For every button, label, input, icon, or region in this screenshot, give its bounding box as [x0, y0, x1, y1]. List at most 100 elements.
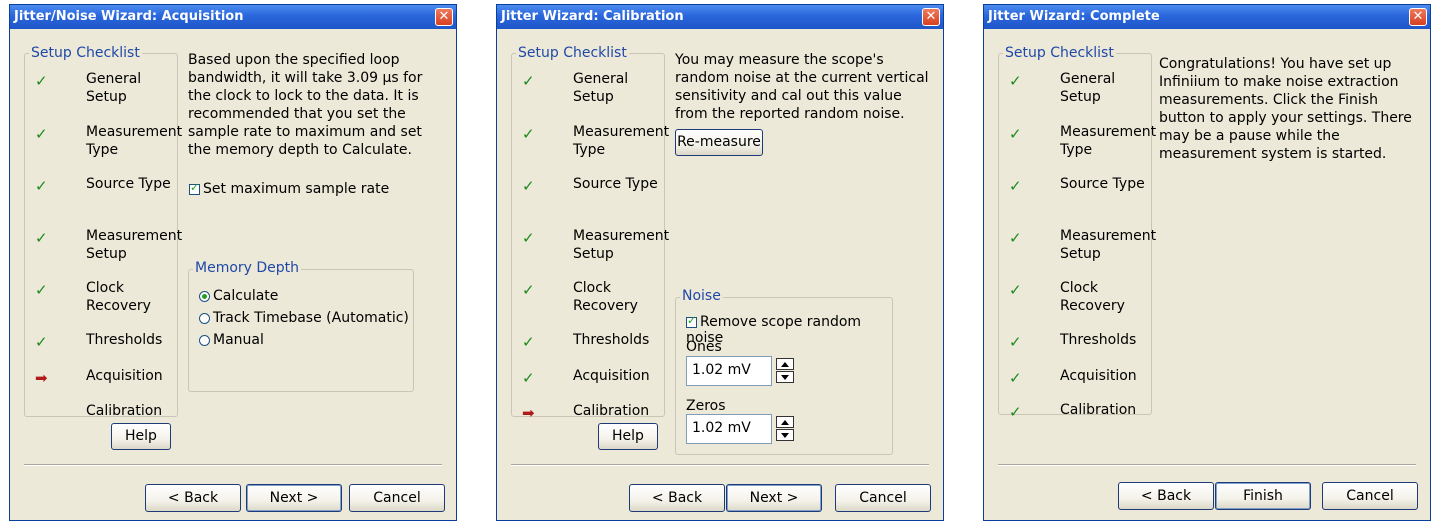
- setup-checklist: Setup Checklist ✓ General Setup ✓ Measurem…: [511, 45, 670, 422]
- checklist-item-label: Measurement Type: [86, 124, 183, 158]
- check-icon: ✓: [35, 333, 48, 351]
- dialog-complete: Jitter Wizard: Complete ✕ Setup Checklis…: [983, 4, 1431, 521]
- checklist-item: ✓ General Setup: [25, 68, 179, 108]
- checklist-item-label: Calibration: [86, 403, 163, 419]
- checklist-item: ✓ Thresholds: [999, 329, 1153, 369]
- radio-label: Manual: [213, 332, 264, 348]
- checklist-title: Setup Checklist: [1003, 45, 1116, 61]
- ones-stepper[interactable]: [776, 358, 794, 384]
- check-icon: ✓: [35, 72, 48, 90]
- checklist-item-label: Thresholds: [573, 332, 650, 348]
- checklist-item-label: Source Type: [1060, 176, 1145, 192]
- radio-calculate[interactable]: Calculate: [199, 288, 278, 304]
- cancel-button[interactable]: Cancel: [1322, 482, 1418, 510]
- checklist-item-label: Thresholds: [86, 332, 163, 348]
- spin-down-icon[interactable]: [776, 429, 794, 441]
- zeros-label: Zeros: [686, 398, 726, 414]
- check-icon: ✓: [522, 72, 535, 90]
- checkbox-checked-icon[interactable]: [686, 314, 697, 328]
- check-icon: ✓: [1009, 369, 1022, 387]
- checklist-item-label: General Setup: [1060, 71, 1116, 105]
- checklist-title: Setup Checklist: [29, 45, 142, 61]
- divider: [24, 464, 442, 466]
- check-icon: ✓: [1009, 229, 1022, 247]
- next-button[interactable]: Next >: [246, 484, 342, 512]
- description-text: Congratulations! You have set up Infinii…: [1159, 56, 1412, 162]
- check-icon: ✓: [1009, 281, 1022, 299]
- check-icon: ✓: [1009, 403, 1022, 421]
- check-icon: ✓: [1009, 177, 1022, 195]
- check-icon: ✓: [522, 229, 535, 247]
- radio-icon[interactable]: [199, 334, 210, 346]
- spin-up-icon[interactable]: [776, 358, 794, 370]
- radio-manual[interactable]: Manual: [199, 332, 264, 348]
- radio-label: Track Timebase (Automatic): [213, 310, 409, 326]
- checklist-item-label: Measurement Setup: [1060, 228, 1157, 262]
- max-sample-rate-checkbox[interactable]: Set maximum sample rate: [189, 181, 389, 197]
- checklist-item: ✓ Measurement Type: [512, 121, 669, 161]
- checklist-item: ✓ Measurement Setup: [999, 225, 1157, 265]
- close-icon[interactable]: ✕: [435, 8, 453, 26]
- checklist-item: ✓ Measurement Type: [999, 121, 1156, 161]
- checklist-item-label: General Setup: [573, 71, 629, 105]
- checklist-item-label: Acquisition: [573, 368, 650, 384]
- zeros-input[interactable]: 1.02 mV: [686, 414, 772, 444]
- cancel-button[interactable]: Cancel: [835, 484, 931, 512]
- zeros-stepper[interactable]: [776, 416, 794, 442]
- checkbox-checked-icon[interactable]: [189, 181, 200, 195]
- checklist-title: Setup Checklist: [516, 45, 629, 61]
- help-button[interactable]: Help: [111, 423, 171, 450]
- back-button[interactable]: < Back: [1118, 482, 1214, 510]
- close-icon[interactable]: ✕: [922, 8, 940, 26]
- arrow-right-icon: ➡: [522, 404, 535, 422]
- finish-button[interactable]: Finish: [1215, 482, 1311, 510]
- checklist-item: ✓ Measurement Type: [25, 121, 183, 161]
- dialog-acquisition: Jitter/Noise Wizard: Acquisition ✕ Setup…: [9, 4, 457, 521]
- radio-label: Calculate: [213, 288, 279, 304]
- radio-icon[interactable]: [199, 312, 210, 324]
- back-button[interactable]: < Back: [145, 484, 241, 512]
- checklist-item-label: Clock Recovery: [1060, 280, 1125, 314]
- re-measure-button[interactable]: Re-measure: [675, 129, 763, 156]
- checklist-item: ✓ Source Type: [25, 173, 179, 213]
- checklist-item: ✓ General Setup: [999, 68, 1153, 108]
- title-bar[interactable]: Jitter Wizard: Complete: [984, 5, 1430, 29]
- checklist-item: ✓ Acquisition: [512, 365, 666, 405]
- ones-label: Ones: [686, 339, 722, 355]
- checklist-item-label: Calibration: [1060, 402, 1137, 418]
- checklist-item-label: Source Type: [573, 176, 658, 192]
- next-button[interactable]: Next >: [726, 484, 822, 512]
- cancel-button[interactable]: Cancel: [349, 484, 445, 512]
- check-icon: ✓: [1009, 72, 1022, 90]
- title-bar[interactable]: Jitter Wizard: Calibration: [497, 5, 943, 29]
- title-bar[interactable]: Jitter/Noise Wizard: Acquisition: [10, 5, 456, 29]
- checklist-item-label: Thresholds: [1060, 332, 1137, 348]
- divider: [998, 464, 1416, 466]
- checkbox-label: Set maximum sample rate: [203, 181, 390, 197]
- checklist-item-label: Acquisition: [1060, 368, 1137, 384]
- checklist-item: ✓ Clock Recovery: [512, 277, 666, 317]
- checklist-item: ✓ Clock Recovery: [25, 277, 179, 317]
- checklist-item-label: Acquisition: [86, 368, 163, 384]
- divider: [511, 464, 929, 466]
- close-icon[interactable]: ✕: [1409, 8, 1427, 26]
- memory-depth-group: Memory Depth Calculate Track Timebase (A…: [188, 260, 414, 392]
- check-icon: ✓: [1009, 333, 1022, 351]
- spin-up-icon[interactable]: [776, 416, 794, 428]
- checklist-item-label: Measurement Setup: [573, 228, 670, 262]
- radio-track-timebase[interactable]: Track Timebase (Automatic): [199, 310, 409, 326]
- setup-checklist: Setup Checklist ✓ General Setup ✓ Measurem…: [998, 45, 1157, 421]
- checklist-item: ✓ Calibration: [999, 399, 1153, 439]
- noise-group: Noise Remove scope random noise Ones 1.0…: [675, 288, 893, 455]
- help-button[interactable]: Help: [598, 423, 658, 450]
- ones-input[interactable]: 1.02 mV: [686, 356, 772, 386]
- back-button[interactable]: < Back: [629, 484, 725, 512]
- spin-down-icon[interactable]: [776, 371, 794, 383]
- group-title: Memory Depth: [193, 260, 302, 276]
- setup-checklist: Setup Checklist ✓ General Setup ✓ Measurem…: [24, 45, 183, 419]
- checklist-item-label: Calibration: [573, 403, 650, 419]
- radio-selected-icon[interactable]: [199, 290, 210, 302]
- checklist-item-label: Clock Recovery: [86, 280, 151, 314]
- description-text: Based upon the specified loop bandwidth,…: [188, 52, 423, 158]
- checklist-item: ✓ Clock Recovery: [999, 277, 1153, 317]
